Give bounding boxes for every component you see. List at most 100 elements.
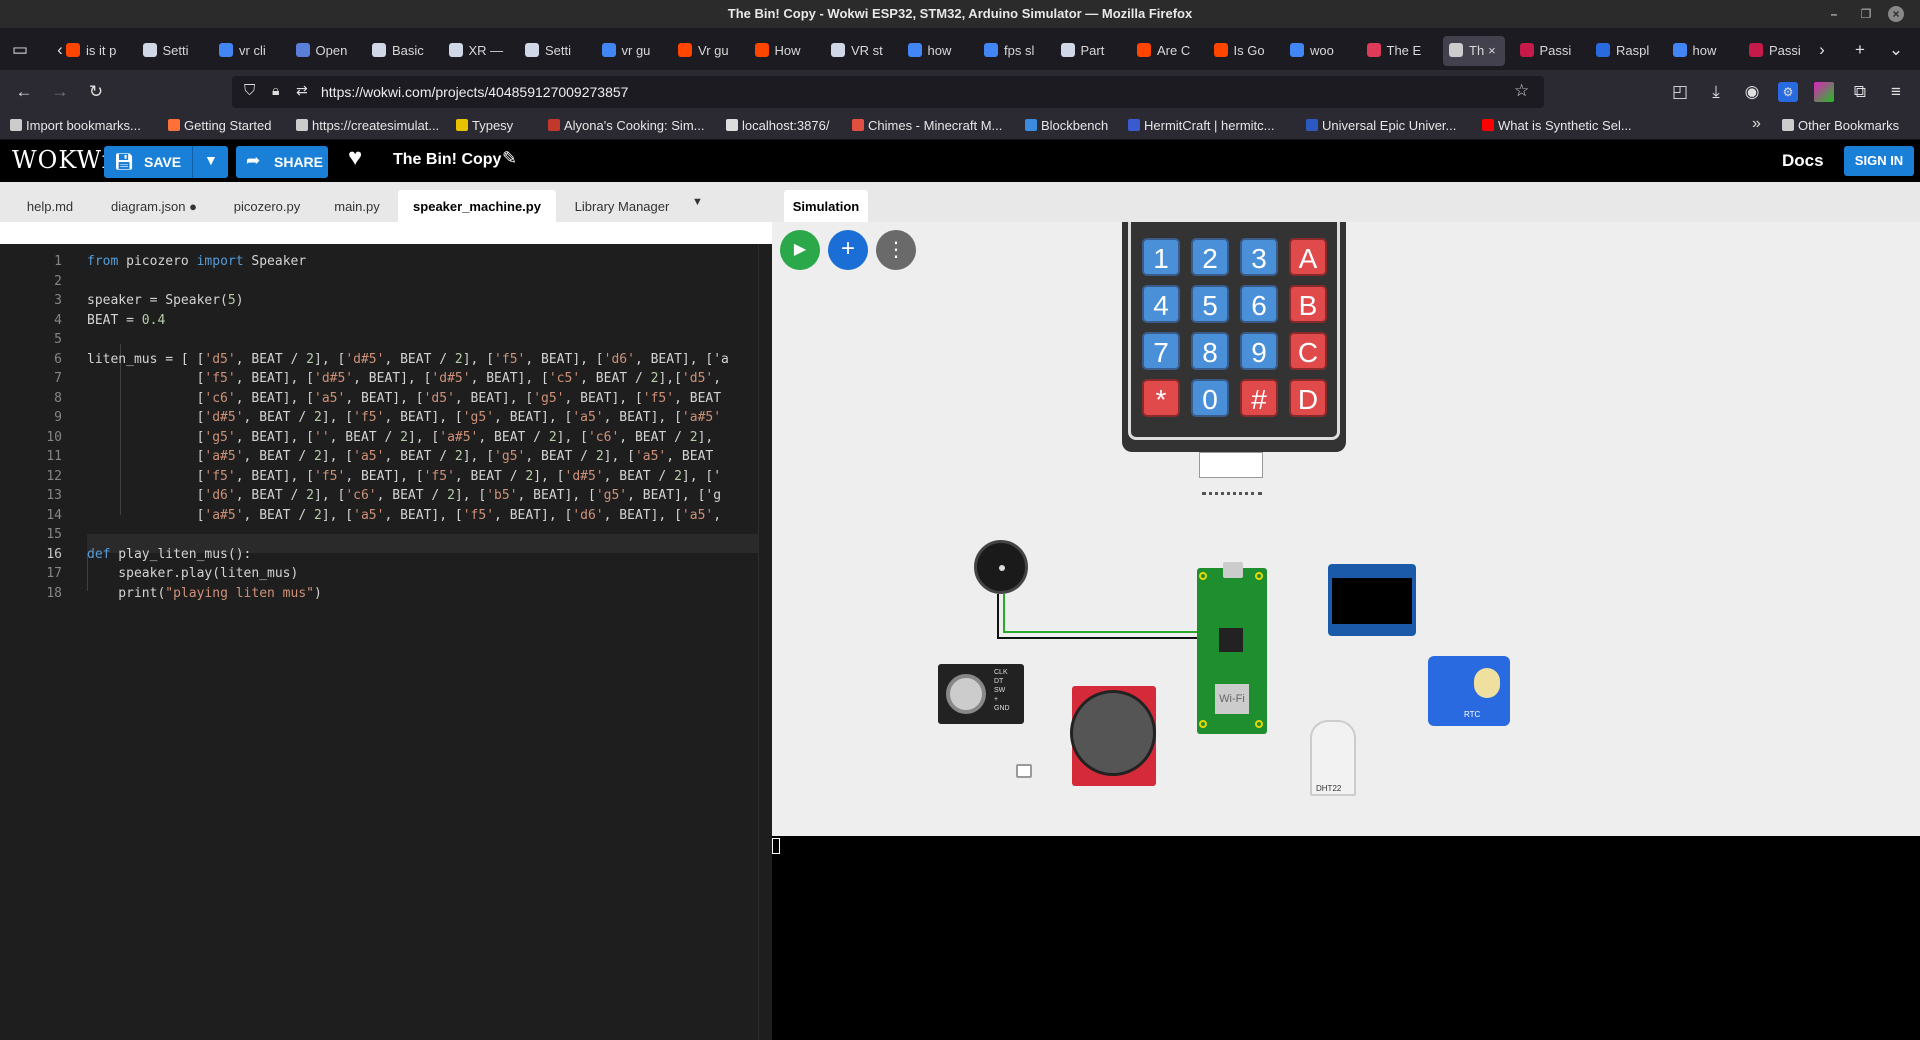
- browser-tab[interactable]: Raspl: [1596, 36, 1656, 66]
- joystick-knob[interactable]: [1070, 690, 1156, 776]
- address-bar[interactable]: ⛉ 🔒︎ ⇄ https://wokwi.com/projects/404859…: [232, 76, 1544, 108]
- browser-tab[interactable]: VR st: [831, 36, 891, 66]
- bookmark-item[interactable]: https://createsimulat...: [296, 117, 439, 135]
- tab-diagram-json[interactable]: diagram.json ●: [98, 190, 210, 222]
- browser-tab[interactable]: Basic: [372, 36, 432, 66]
- browser-tab[interactable]: XR —: [448, 36, 509, 66]
- browser-tab[interactable]: is it p: [66, 36, 126, 66]
- dht22-sensor[interactable]: DHT22: [1310, 720, 1356, 796]
- bookmark-item[interactable]: Universal Epic Univer...: [1306, 117, 1456, 135]
- tab-main-py[interactable]: main.py: [322, 190, 392, 222]
- browser-tab[interactable]: Open: [295, 36, 356, 66]
- forward-icon[interactable]: →: [50, 82, 70, 102]
- code-line[interactable]: ['f5', BEAT], ['d#5', BEAT], ['d#5', BEA…: [87, 369, 773, 388]
- extension-icon[interactable]: ⚙: [1778, 82, 1798, 102]
- serial-console[interactable]: [772, 836, 1920, 1040]
- browser-tab[interactable]: Is Go: [1213, 36, 1274, 66]
- bookmark-star-icon[interactable]: ☆: [1514, 81, 1529, 101]
- bookmark-item[interactable]: localhost:3876/: [726, 117, 829, 135]
- code-line[interactable]: ['c6', BEAT], ['a5', BEAT], ['d5', BEAT]…: [87, 389, 773, 408]
- account-icon[interactable]: ◉: [1742, 82, 1762, 102]
- bookmark-item[interactable]: Other Bookmarks: [1782, 117, 1899, 135]
- rtc-module[interactable]: RTC: [1428, 656, 1510, 726]
- code-line[interactable]: ['d#5', BEAT / 2], ['f5', BEAT], ['g5', …: [87, 408, 773, 427]
- code-line[interactable]: ['d6', BEAT / 2], ['c6', BEAT / 2], ['b5…: [87, 486, 773, 505]
- lock-icon[interactable]: 🔒︎: [272, 82, 279, 99]
- save-button[interactable]: 💾︎ SAVE ▼: [104, 146, 228, 178]
- minimize-icon[interactable]: –: [1826, 6, 1842, 22]
- bookmark-item[interactable]: What is Synthetic Sel...: [1482, 117, 1632, 135]
- browser-tab[interactable]: How: [754, 36, 815, 66]
- bookmark-item[interactable]: Getting Started: [168, 117, 271, 135]
- code-line[interactable]: ['a#5', BEAT / 2], ['a5', BEAT], ['f5', …: [87, 506, 773, 525]
- browser-tab[interactable]: Are C: [1137, 36, 1197, 66]
- heart-icon[interactable]: ♥: [348, 144, 362, 172]
- menu-icon[interactable]: ≡: [1886, 82, 1906, 102]
- close-tab-icon[interactable]: ×: [1488, 43, 1496, 58]
- browser-tab[interactable]: Setti: [525, 36, 585, 66]
- tab-scroll-right-icon[interactable]: ›: [1812, 40, 1832, 60]
- browser-tab[interactable]: Passi: [1749, 36, 1809, 66]
- docs-link[interactable]: Docs: [1782, 151, 1824, 171]
- reload-icon[interactable]: ↻: [86, 82, 106, 102]
- browser-tab[interactable]: vr gu: [601, 36, 662, 66]
- extensions-icon[interactable]: ⧉: [1850, 82, 1870, 102]
- pico-w-board[interactable]: Wi-Fi: [1197, 562, 1267, 734]
- bookmark-item[interactable]: HermitCraft | hermitc...: [1128, 117, 1275, 135]
- save-dropdown-icon[interactable]: ▼: [204, 152, 218, 168]
- color-extension-icon[interactable]: [1814, 82, 1834, 102]
- wokwi-logo[interactable]: WOKWi: [12, 146, 110, 174]
- browser-tab[interactable]: fps sl: [984, 36, 1044, 66]
- editor-scrollbar[interactable]: [758, 244, 772, 1040]
- rotary-encoder[interactable]: CLK DT SW + GND: [938, 664, 1024, 724]
- tab-help-md[interactable]: help.md: [14, 190, 86, 222]
- restore-icon[interactable]: ❐: [1858, 6, 1874, 22]
- sign-in-button[interactable]: SIGN IN: [1844, 146, 1914, 176]
- pocket-icon[interactable]: ◰: [1670, 82, 1690, 102]
- tab-picozero-py[interactable]: picozero.py: [222, 190, 312, 222]
- browser-tab-active[interactable]: Th ×: [1443, 36, 1505, 66]
- tab-speaker-machine-py[interactable]: speaker_machine.py: [398, 190, 556, 222]
- project-title[interactable]: The Bin! Copy: [393, 151, 501, 169]
- bookmark-item[interactable]: Alyona's Cooking: Sim...: [548, 117, 705, 135]
- code-line[interactable]: from picozero import Speaker: [87, 252, 773, 271]
- code-line[interactable]: speaker.play(liten_mus): [87, 564, 773, 583]
- code-line[interactable]: ['g5', BEAT], ['', BEAT / 2], ['a#5', BE…: [87, 428, 773, 447]
- back-icon[interactable]: ←: [14, 82, 34, 102]
- bookmarks-overflow-icon[interactable]: »: [1752, 115, 1761, 133]
- code-line[interactable]: speaker = Speaker(5): [87, 291, 773, 310]
- url-text[interactable]: https://wokwi.com/projects/4048591270092…: [321, 84, 628, 100]
- analog-joystick[interactable]: [1070, 686, 1156, 786]
- new-tab-icon[interactable]: +: [1850, 40, 1870, 60]
- browser-tab[interactable]: how: [907, 36, 968, 66]
- tab-library-manager[interactable]: Library Manager: [562, 190, 682, 222]
- tab-simulation[interactable]: Simulation: [784, 190, 868, 222]
- bookmark-item[interactable]: Chimes - Minecraft M...: [852, 117, 1002, 135]
- code-line[interactable]: print("playing liten mus"): [87, 584, 773, 603]
- code-line[interactable]: BEAT = 0.4: [87, 311, 773, 330]
- shield-icon[interactable]: ⛉: [244, 82, 255, 99]
- bookmark-item[interactable]: Import bookmarks...: [10, 117, 141, 135]
- share-button[interactable]: ➦ SHARE: [236, 146, 328, 178]
- browser-tab[interactable]: Setti: [142, 36, 203, 66]
- wire-green[interactable]: [1003, 594, 1202, 633]
- small-led[interactable]: [1016, 764, 1032, 778]
- code-line[interactable]: ['a#5', BEAT / 2], ['a5', BEAT / 2], ['g…: [87, 447, 773, 466]
- close-window-icon[interactable]: ×: [1888, 6, 1904, 22]
- code-line[interactable]: def play_liten_mus():: [87, 545, 773, 564]
- browser-tab[interactable]: Part: [1060, 36, 1121, 66]
- code-line[interactable]: ['f5', BEAT], ['f5', BEAT], ['f5', BEAT …: [87, 467, 773, 486]
- downloads-icon[interactable]: ⤓: [1706, 82, 1726, 102]
- list-all-tabs-icon[interactable]: ⌄: [1886, 40, 1906, 60]
- browser-tab[interactable]: Passi: [1519, 36, 1580, 66]
- code-line[interactable]: liten_mus = [ ['d5', BEAT / 2], ['d#5', …: [87, 350, 773, 369]
- firefox-view-icon[interactable]: ▭: [10, 40, 30, 60]
- browser-tab[interactable]: Vr gu: [678, 36, 738, 66]
- oled-display[interactable]: [1328, 564, 1416, 636]
- pencil-icon[interactable]: ✎: [502, 148, 517, 169]
- simulation-canvas[interactable]: ▶ + ⋮ 1 2 3 A 4 5 6 B 7 8 9 C * 0 # D Wi-Fi RTC CLK DT SW…: [772, 222, 1920, 836]
- browser-tab[interactable]: vr cli: [219, 36, 279, 66]
- browser-tab[interactable]: The E: [1366, 36, 1427, 66]
- permissions-icon[interactable]: ⇄: [296, 82, 308, 99]
- bookmark-item[interactable]: Blockbench: [1025, 117, 1108, 135]
